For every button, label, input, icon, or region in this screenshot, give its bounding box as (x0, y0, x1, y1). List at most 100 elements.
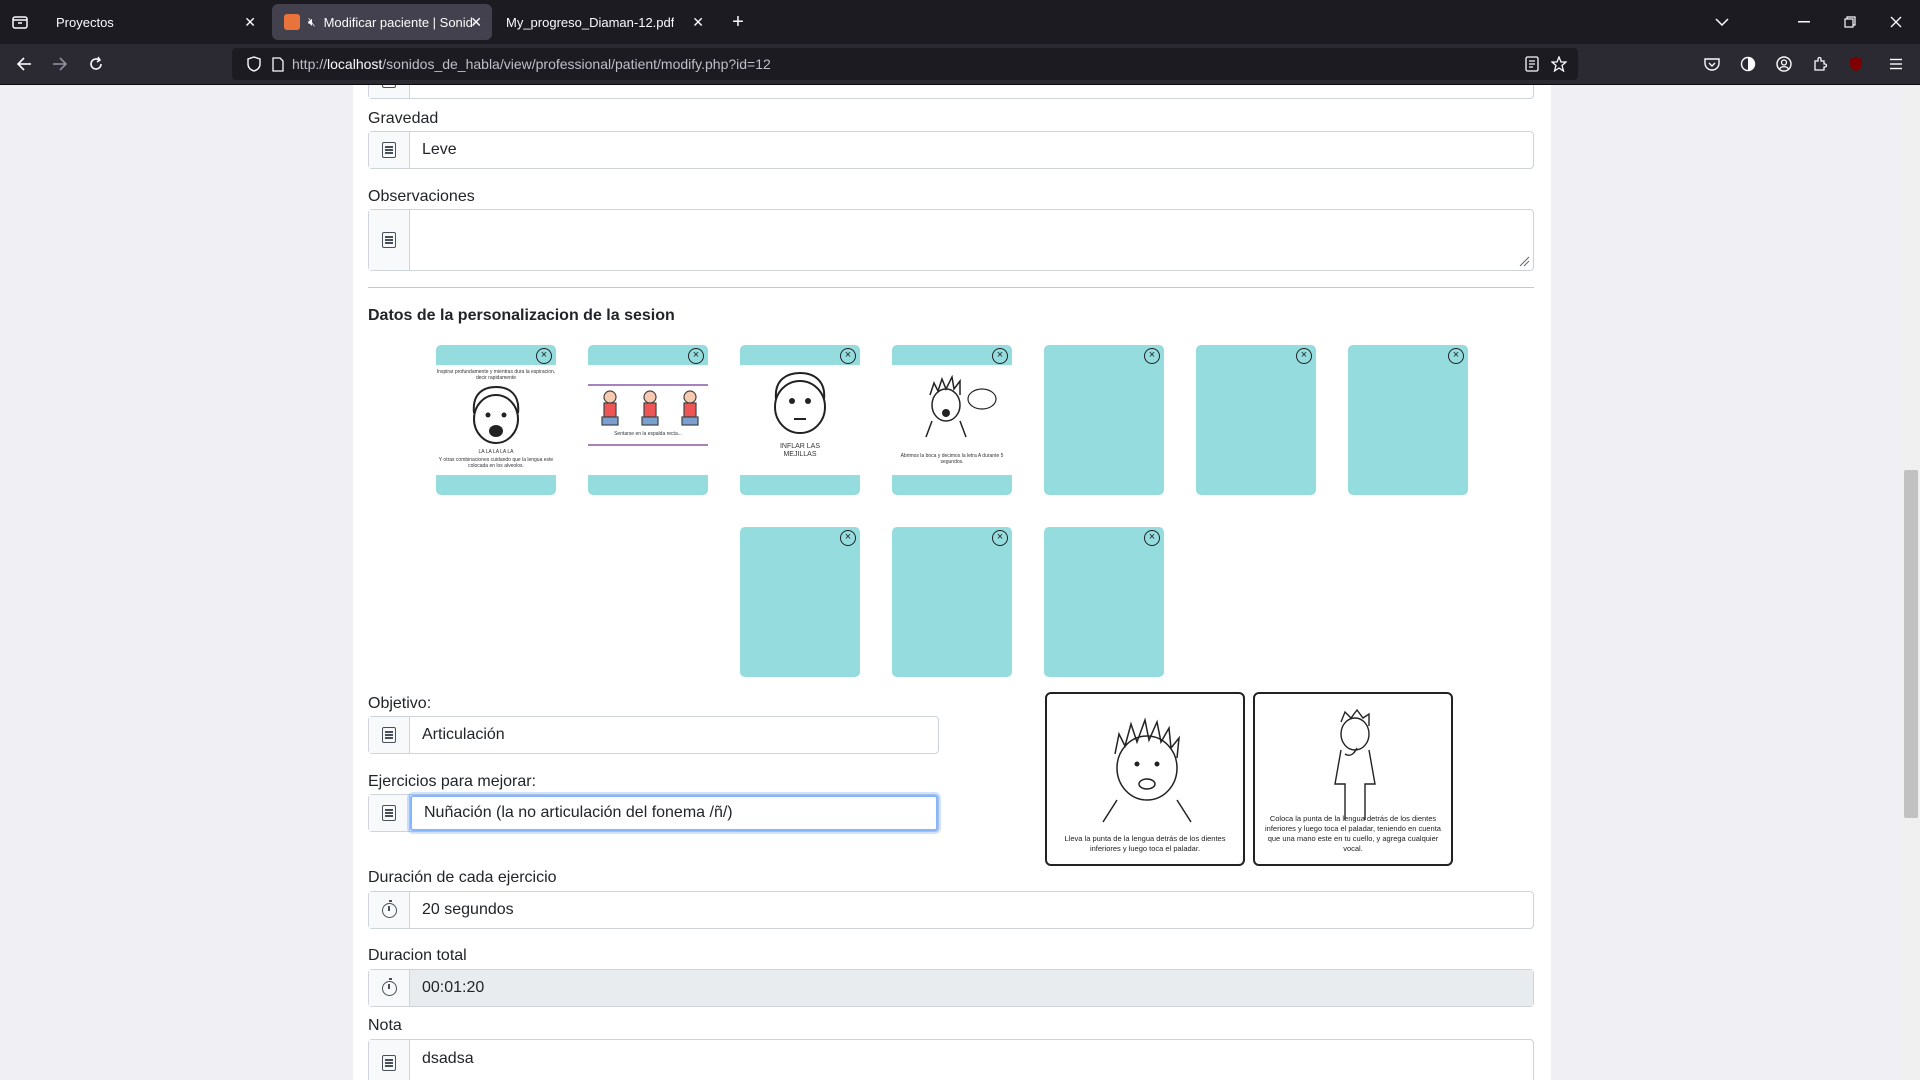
mute-icon[interactable]: 🔇︎ (308, 15, 316, 30)
remove-card-icon[interactable]: × (840, 530, 856, 546)
exercise-card[interactable]: Abrimos la boca y decimos la letra A dur… (892, 345, 1012, 495)
nota-value: dsadsa (422, 1050, 474, 1067)
document-icon (382, 232, 396, 248)
duracion-field[interactable]: 20 segundos (368, 891, 1534, 929)
resize-handle-icon[interactable] (1518, 255, 1530, 267)
url-prefix: http:// (292, 56, 328, 72)
tab-proyectos[interactable]: Proyectos ✕ (44, 4, 266, 40)
remove-card-icon[interactable]: × (840, 348, 856, 364)
document-icon (382, 805, 396, 821)
close-tab-icon[interactable]: ✕ (470, 14, 482, 31)
remove-card-icon[interactable]: × (1296, 348, 1312, 364)
nota-field[interactable]: dsadsa (368, 1039, 1534, 1080)
card-caption: Sentarse en la espalda recta... (614, 431, 682, 437)
stopwatch-icon (381, 899, 397, 918)
close-tab-icon[interactable]: ✕ (244, 14, 256, 31)
document-icon (382, 1055, 396, 1071)
duracion-label: Duración de cada ejercicio (368, 869, 557, 886)
field-addon (369, 132, 410, 168)
objetivo-label: Objetivo: (368, 695, 432, 712)
list-all-tabs-icon[interactable] (1706, 6, 1738, 38)
forward-icon[interactable] (44, 48, 76, 80)
child-face-icon (774, 371, 826, 434)
url-text[interactable]: http://localhost/sonidos_de_habla/view/p… (292, 56, 771, 72)
sync-icon[interactable] (1732, 48, 1764, 80)
remove-card-icon[interactable]: × (1144, 348, 1160, 364)
ublock-icon[interactable] (1840, 48, 1872, 80)
favicon-icon (284, 14, 300, 30)
page-viewport: Gravedad Leve Observaciones Datos de la … (0, 85, 1920, 1080)
pocket-icon[interactable] (1696, 48, 1728, 80)
example-card[interactable]: Coloca la punta de la lengua detrás de l… (1253, 692, 1453, 866)
child-standing-icon (1334, 708, 1376, 820)
exercise-card[interactable]: INFLAR LAS MEJILLAS × (740, 345, 860, 495)
duracion-value: 20 segundos (422, 901, 514, 918)
exercise-card[interactable]: Inspirar profundamente y mientras dura l… (436, 345, 556, 495)
restore-icon[interactable] (1834, 6, 1866, 38)
child-face-icon (472, 385, 520, 444)
extensions-icon[interactable] (1804, 48, 1836, 80)
remove-card-icon[interactable]: × (1448, 348, 1464, 364)
gravedad-label: Gravedad (368, 110, 439, 127)
empty-exercise-card[interactable]: × (1348, 345, 1468, 495)
url-bar[interactable]: http://localhost/sonidos_de_habla/view/p… (232, 48, 1578, 80)
page-icon[interactable] (262, 48, 294, 80)
tab-bar: Proyectos ✕ 🔇︎ Modificar paciente | Soni… (0, 0, 1920, 44)
minimize-icon[interactable] (1788, 6, 1820, 38)
objetivo-field[interactable]: Articulación (368, 716, 939, 754)
empty-exercise-card[interactable]: × (1196, 345, 1316, 495)
example-card[interactable]: Lleva la punta de la lengua detrás de lo… (1045, 692, 1245, 866)
sitting-child-icon (588, 384, 708, 446)
tab-title: Modificar paciente | Sonido (323, 14, 474, 30)
ejercicios-input[interactable]: Nuñación (la no articulación del fonema … (410, 795, 938, 831)
account-icon[interactable] (1768, 48, 1800, 80)
objetivo-value: Articulación (422, 726, 505, 743)
bookmark-star-icon[interactable] (1543, 48, 1575, 80)
remove-card-icon[interactable]: × (688, 348, 704, 364)
section-title: Datos de la personalizacion de la sesion (368, 307, 675, 324)
empty-exercise-card[interactable]: × (1044, 345, 1164, 495)
tab-title: Proyectos (56, 14, 114, 30)
back-icon[interactable] (8, 48, 40, 80)
remove-card-icon[interactable]: × (992, 348, 1008, 364)
exercise-card[interactable]: Sentarse en la espalda recta... × (588, 345, 708, 495)
duracion-total-value: 00:01:20 (422, 979, 485, 996)
menu-icon[interactable] (1880, 48, 1912, 80)
tab-modificar-paciente[interactable]: 🔇︎ Modificar paciente | Sonido ✕ (272, 4, 492, 40)
observaciones-value (410, 210, 422, 270)
gravedad-value: Leve (422, 141, 457, 158)
remove-card-icon[interactable]: × (992, 530, 1008, 546)
stopwatch-icon (381, 977, 397, 996)
document-icon (382, 85, 396, 88)
duracion-total-wrap: 00:01:20 (410, 970, 1533, 1006)
example-caption: Coloca la punta de la lengua detrás de l… (1265, 814, 1441, 853)
example-caption: Lleva la punta de la lengua detrás de lo… (1064, 834, 1226, 853)
field-addon (369, 795, 410, 831)
remove-card-icon[interactable]: × (1144, 530, 1160, 546)
field-addon (369, 892, 410, 928)
empty-exercise-card[interactable]: × (740, 527, 860, 677)
observaciones-label: Observaciones (368, 188, 475, 205)
tab-pdf[interactable]: My_progreso_Diaman-12.pdf ✕ (494, 4, 714, 40)
scrollbar-thumb[interactable] (1904, 470, 1918, 818)
card-caption: LA LA LA LA LA (478, 449, 514, 455)
new-tab-button[interactable]: + (722, 6, 754, 38)
close-tab-icon[interactable]: ✕ (692, 14, 704, 31)
gravedad-field[interactable]: Leve (368, 131, 1534, 169)
field-addon (369, 85, 410, 98)
empty-exercise-card[interactable]: × (892, 527, 1012, 677)
ejercicios-field[interactable]: Nuñación (la no articulación del fonema … (368, 794, 939, 832)
page-scrollbar[interactable] (1902, 85, 1920, 1080)
previous-field[interactable] (368, 85, 1534, 99)
empty-exercise-card[interactable]: × (1044, 527, 1164, 677)
card-caption: Inspirar profundamente y mientras dura l… (436, 369, 556, 381)
child-speaking-icon (925, 375, 997, 438)
reload-icon[interactable] (80, 48, 112, 80)
remove-card-icon[interactable]: × (536, 348, 552, 364)
close-window-icon[interactable] (1880, 6, 1912, 38)
field-addon (369, 717, 410, 753)
observaciones-textarea[interactable] (368, 209, 1534, 271)
document-icon (382, 727, 396, 743)
card-caption: Abrimos la boca y decimos la letra A dur… (900, 453, 1004, 465)
tab-list-icon[interactable] (4, 6, 36, 38)
